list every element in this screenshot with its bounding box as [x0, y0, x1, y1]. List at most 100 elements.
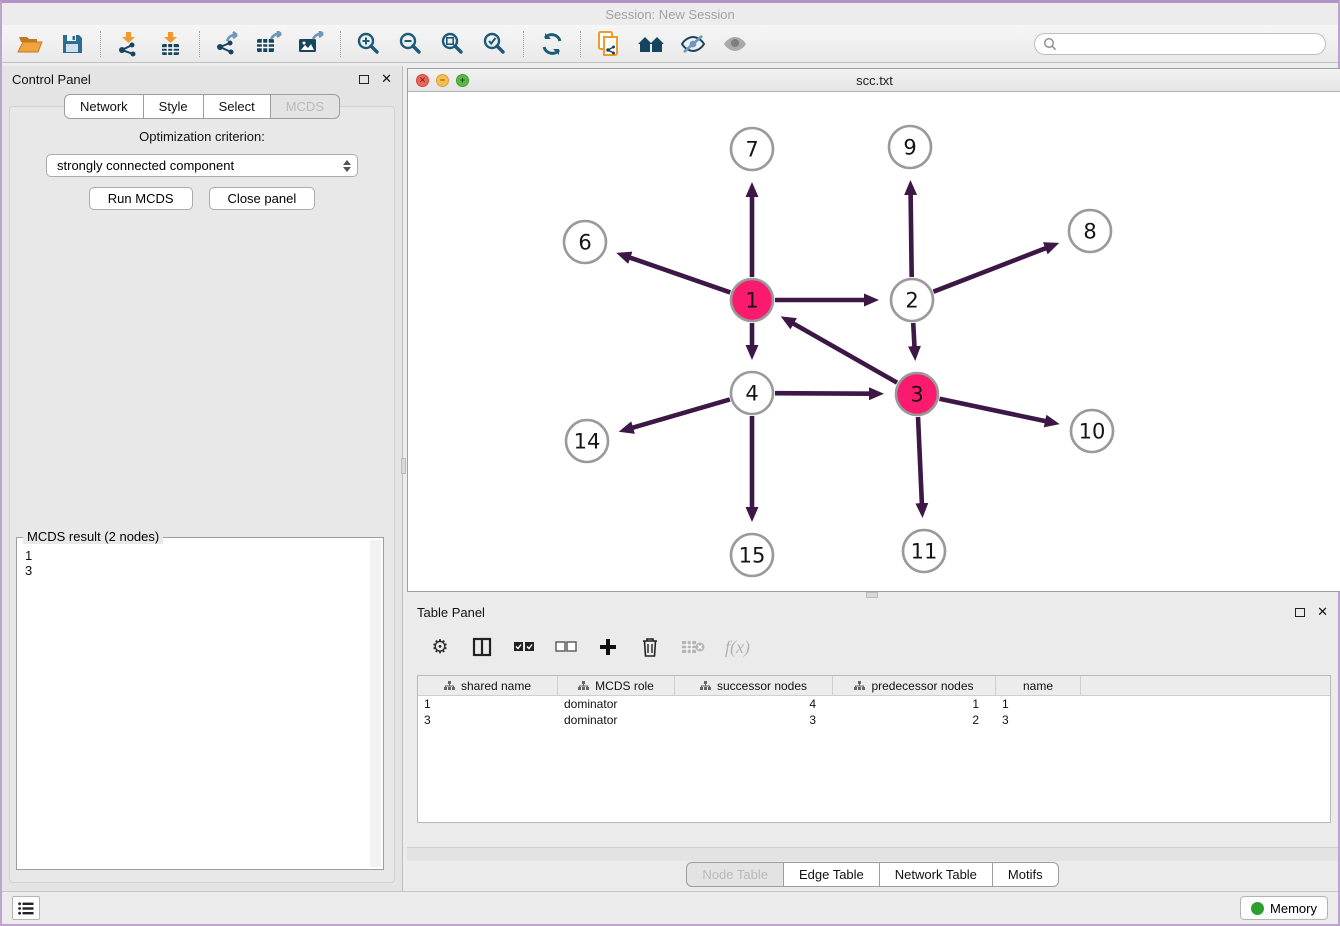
cell-shared-name[interactable]: 3 — [418, 712, 558, 728]
function-builder-icon[interactable]: f(x) — [725, 635, 750, 659]
table-settings-icon[interactable]: ⚙ — [429, 635, 451, 659]
hide-selected-icon[interactable] — [677, 29, 709, 59]
zoom-fit-icon[interactable] — [437, 29, 469, 59]
close-panel-icon[interactable]: ✕ — [381, 71, 392, 87]
horizontal-splitter-grip[interactable] — [866, 592, 878, 598]
column-label: shared name — [461, 679, 531, 693]
export-network-icon[interactable] — [212, 29, 244, 59]
apply-layout-refresh-icon[interactable] — [536, 29, 568, 59]
graph-node-label-4: 4 — [745, 382, 758, 406]
toolbar-separator — [199, 31, 200, 57]
column-label: successor nodes — [717, 679, 807, 693]
table-panel-footer — [407, 847, 1338, 861]
control-panel: Control Panel ✕ Network Style Select MCD… — [2, 66, 403, 891]
vertical-splitter-grip[interactable] — [401, 458, 406, 474]
float-table-panel-icon[interactable] — [1295, 608, 1305, 617]
graph-node-label-2: 2 — [905, 289, 918, 313]
graph-edge-2-9[interactable] — [911, 194, 912, 277]
network-view-window: scc.txt ✕ − + 1234678910111415 — [407, 68, 1340, 592]
tab-style[interactable]: Style — [144, 94, 204, 119]
table-row[interactable]: 3 dominator 3 2 3 — [418, 712, 1330, 728]
export-image-icon[interactable] — [296, 29, 328, 59]
cell-predecessor-nodes[interactable]: 2 — [833, 712, 996, 728]
toolbar-separator — [340, 31, 341, 57]
status-bar: Memory — [2, 891, 1338, 924]
search-box[interactable] — [1034, 33, 1326, 55]
column-header-name[interactable]: name — [996, 676, 1081, 695]
cell-successor-nodes[interactable]: 3 — [675, 712, 833, 728]
cell-name[interactable]: 1 — [996, 696, 1081, 712]
open-session-icon[interactable] — [14, 29, 46, 59]
graph-edge-3-1[interactable] — [793, 323, 897, 382]
cell-shared-name[interactable]: 1 — [418, 696, 558, 712]
search-input[interactable] — [1063, 37, 1317, 51]
node-table[interactable]: shared name MCDS role successor nodes pr… — [417, 675, 1331, 823]
table-panel: Table Panel ✕ ⚙ f(x) shared name — [407, 599, 1338, 891]
column-header-mcds-role[interactable]: MCDS role — [558, 676, 675, 695]
memory-status-icon — [1251, 902, 1264, 915]
show-columns-icon[interactable] — [471, 635, 493, 659]
column-header-shared-name[interactable]: shared name — [418, 676, 558, 695]
graph-edge-3-10[interactable] — [940, 399, 1047, 422]
dropdown-stepper-icon — [343, 156, 351, 176]
control-panel-title: Control Panel — [12, 72, 91, 87]
clone-network-icon[interactable] — [593, 29, 625, 59]
column-label: MCDS role — [595, 679, 654, 693]
graph-node-label-6: 6 — [578, 231, 591, 255]
memory-label: Memory — [1270, 901, 1317, 916]
graph-edge-2-3[interactable] — [913, 323, 914, 347]
close-table-panel-icon[interactable]: ✕ — [1317, 604, 1328, 620]
go-home-icon[interactable] — [635, 29, 667, 59]
graph-node-label-14: 14 — [574, 430, 601, 454]
import-table-icon[interactable] — [155, 29, 187, 59]
criterion-dropdown[interactable]: strongly connected component — [46, 154, 358, 177]
column-header-successor-nodes[interactable]: successor nodes — [675, 676, 833, 695]
graph-edge-4-3[interactable] — [775, 393, 870, 394]
import-network-icon[interactable] — [113, 29, 145, 59]
table-panel-title: Table Panel — [417, 605, 485, 620]
tab-mcds[interactable]: MCDS — [271, 94, 340, 119]
cell-mcds-role[interactable]: dominator — [558, 712, 675, 728]
table-row[interactable]: 1 dominator 4 1 1 — [418, 696, 1330, 712]
cell-mcds-role[interactable]: dominator — [558, 696, 675, 712]
save-session-icon[interactable] — [56, 29, 88, 59]
tab-network[interactable]: Network — [64, 94, 144, 119]
deselect-all-checks-icon[interactable] — [555, 635, 577, 659]
run-mcds-button[interactable]: Run MCDS — [89, 187, 193, 210]
cell-predecessor-nodes[interactable]: 1 — [833, 696, 996, 712]
tab-node-table[interactable]: Node Table — [686, 862, 784, 887]
toolbar-separator — [580, 31, 581, 57]
memory-button[interactable]: Memory — [1240, 896, 1328, 920]
task-history-button[interactable] — [12, 896, 40, 920]
show-all-icon[interactable] — [719, 29, 751, 59]
delete-column-icon[interactable] — [639, 635, 661, 659]
toolbar-separator — [523, 31, 524, 57]
cell-successor-nodes[interactable]: 4 — [675, 696, 833, 712]
tab-select[interactable]: Select — [204, 94, 271, 119]
graph-edge-2-8[interactable] — [933, 248, 1046, 292]
mcds-result-title: MCDS result (2 nodes) — [23, 529, 163, 544]
tab-network-table[interactable]: Network Table — [880, 862, 993, 887]
cell-name[interactable]: 3 — [996, 712, 1081, 728]
add-column-icon[interactable] — [597, 635, 619, 659]
graph-edge-4-14[interactable] — [632, 399, 730, 427]
zoom-out-icon[interactable] — [395, 29, 427, 59]
graph-node-label-1: 1 — [745, 289, 758, 313]
graph-edge-3-11[interactable] — [918, 417, 922, 504]
column-header-predecessor-nodes[interactable]: predecessor nodes — [833, 676, 996, 695]
zoom-in-icon[interactable] — [353, 29, 385, 59]
table-toolbar: ⚙ f(x) — [407, 625, 1338, 667]
export-table-icon[interactable] — [254, 29, 286, 59]
float-panel-icon[interactable] — [359, 75, 369, 84]
graph-edge-1-6[interactable] — [629, 257, 730, 292]
delete-table-icon[interactable] — [681, 635, 705, 659]
network-graph[interactable]: 1234678910111415 — [408, 92, 1340, 590]
mcds-tab-content: Optimization criterion: strongly connect… — [9, 106, 395, 883]
tab-edge-table[interactable]: Edge Table — [784, 862, 880, 887]
close-panel-button[interactable]: Close panel — [209, 187, 316, 210]
network-canvas[interactable]: 1234678910111415 — [408, 92, 1340, 591]
select-all-checks-icon[interactable] — [513, 635, 535, 659]
tab-motifs[interactable]: Motifs — [993, 862, 1059, 887]
result-scrollbar[interactable] — [370, 540, 381, 867]
zoom-selected-icon[interactable] — [479, 29, 511, 59]
